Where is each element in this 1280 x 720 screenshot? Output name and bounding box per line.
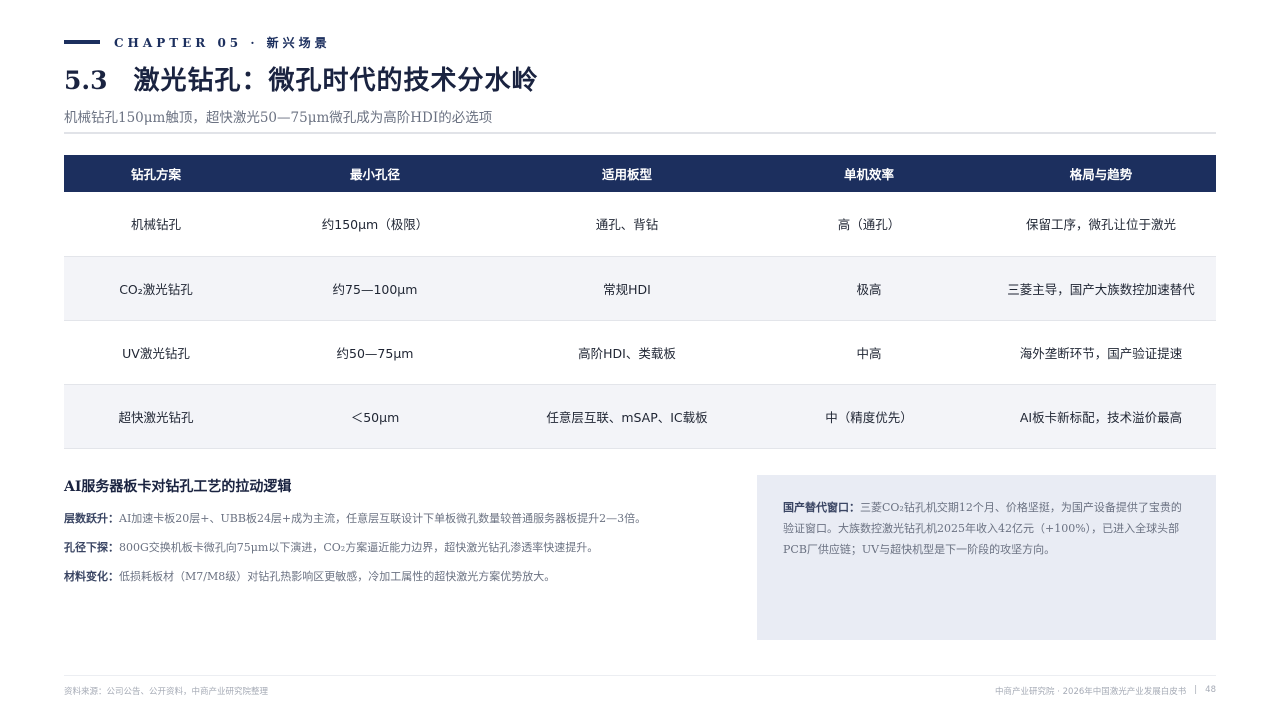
logic-item: 材料变化：低损耗板材（M7/M8级）对钻孔热影响区更敏感，冷加工属性的超快激光方… <box>64 568 724 584</box>
footer-publisher: 中商产业研究院 · 2026年中国激光产业发展白皮书 <box>995 687 1187 697</box>
callout-box: 国产替代窗口：三菱CO₂钻孔机交期12个月、价格坚挺，为国产设备提供了宝贵的验证… <box>757 475 1216 640</box>
logic-item-text: 800G交换机板卡微孔向75μm以下演进，CO₂方案逼近能力边界，超快激光钻孔渗… <box>119 541 599 554</box>
footer-separator: | <box>1194 685 1198 695</box>
chapter-label: CHAPTER 05 · 新兴场景 <box>114 35 331 50</box>
table-cell: 任意层互联、mSAP、IC载板 <box>502 384 752 449</box>
table-header-cell: 适用板型 <box>502 155 752 192</box>
table-cell: 机械钻孔 <box>64 192 248 257</box>
footer-divider <box>64 675 1216 676</box>
logic-item: 孔径下探：800G交换机板卡微孔向75μm以下演进，CO₂方案逼近能力边界，超快… <box>64 539 724 555</box>
table-cell: 约150μm（极限） <box>248 192 502 257</box>
chapter-header: CHAPTER 05 · 新兴场景 <box>64 34 331 50</box>
table-header-row: 钻孔方案 最小孔径 适用板型 单机效率 格局与趋势 <box>64 155 1216 192</box>
page-number: 48 <box>1205 685 1216 695</box>
table-cell: 三菱主导，国产大族数控加速替代 <box>986 256 1216 321</box>
table-cell: 高阶HDI、类载板 <box>502 320 752 385</box>
section-number: 5.3 <box>64 66 108 95</box>
table-cell: 海外垄断环节，国产验证提速 <box>986 320 1216 385</box>
table-cell: UV激光钻孔 <box>64 320 248 385</box>
table-cell: 高（通孔） <box>752 192 986 257</box>
table-cell: 约75—100μm <box>248 256 502 321</box>
table-cell: 超快激光钻孔 <box>64 384 248 449</box>
table-cell: 保留工序，微孔让位于激光 <box>986 192 1216 257</box>
logic-section: AI服务器板卡对钻孔工艺的拉动逻辑 层数跃升：AI加速卡板20层+、UBB板24… <box>64 476 724 597</box>
table-cell: CO₂激光钻孔 <box>64 256 248 321</box>
footer-source: 资料来源：公司公告、公开资料，中商产业研究院整理 <box>64 687 269 697</box>
logic-title: AI服务器板卡对钻孔工艺的拉动逻辑 <box>64 479 292 495</box>
logic-item-key: 材料变化： <box>64 570 119 583</box>
table-cell: ＜50μm <box>248 384 502 449</box>
footer-right: 中商产业研究院 · 2026年中国激光产业发展白皮书 | 48 <box>995 685 1216 697</box>
table-row: 机械钻孔 约150μm（极限） 通孔、背钻 高（通孔） 保留工序，微孔让位于激光 <box>64 192 1216 257</box>
callout-key: 国产替代窗口： <box>783 501 860 514</box>
drilling-comparison-table: 钻孔方案 最小孔径 适用板型 单机效率 格局与趋势 机械钻孔 约150μm（极限… <box>64 155 1216 449</box>
table-header-cell: 钻孔方案 <box>64 155 248 192</box>
logic-item-key: 孔径下探： <box>64 541 119 554</box>
chapter-accent-bar <box>64 40 100 44</box>
table-cell: 中（精度优先） <box>752 384 986 449</box>
logic-item-text: AI加速卡板20层+、UBB板24层+成为主流，任意层互联设计下单板微孔数量较普… <box>119 512 647 525</box>
table-row: CO₂激光钻孔 约75—100μm 常规HDI 极高 三菱主导，国产大族数控加速… <box>64 256 1216 321</box>
table-cell: AI板卡新标配，技术溢价最高 <box>986 384 1216 449</box>
table-cell: 极高 <box>752 256 986 321</box>
logic-item-key: 层数跃升： <box>64 512 119 525</box>
section-title: 5.3 激光钻孔：微孔时代的技术分水岭 <box>64 60 539 100</box>
logic-item-text: 低损耗板材（M7/M8级）对钻孔热影响区更敏感，冷加工属性的超快激光方案优势放大… <box>119 570 556 583</box>
table-row: UV激光钻孔 约50—75μm 高阶HDI、类载板 中高 海外垄断环节，国产验证… <box>64 320 1216 385</box>
header-divider <box>64 132 1216 134</box>
table-row: 超快激光钻孔 ＜50μm 任意层互联、mSAP、IC载板 中（精度优先） AI板… <box>64 384 1216 449</box>
table-header-cell: 最小孔径 <box>248 155 502 192</box>
table-header-cell: 格局与趋势 <box>986 155 1216 192</box>
callout-text: 国产替代窗口：三菱CO₂钻孔机交期12个月、价格坚挺，为国产设备提供了宝贵的验证… <box>783 497 1190 560</box>
table-header-cell: 单机效率 <box>752 155 986 192</box>
table-cell: 约50—75μm <box>248 320 502 385</box>
table-cell: 常规HDI <box>502 256 752 321</box>
table-cell: 通孔、背钻 <box>502 192 752 257</box>
page-subtitle: 机械钻孔150μm触顶，超快激光50—75μm微孔成为高阶HDI的必选项 <box>64 110 493 126</box>
logic-item: 层数跃升：AI加速卡板20层+、UBB板24层+成为主流，任意层互联设计下单板微… <box>64 510 724 526</box>
page-title: 激光钻孔：微孔时代的技术分水岭 <box>133 66 539 96</box>
table-cell: 中高 <box>752 320 986 385</box>
